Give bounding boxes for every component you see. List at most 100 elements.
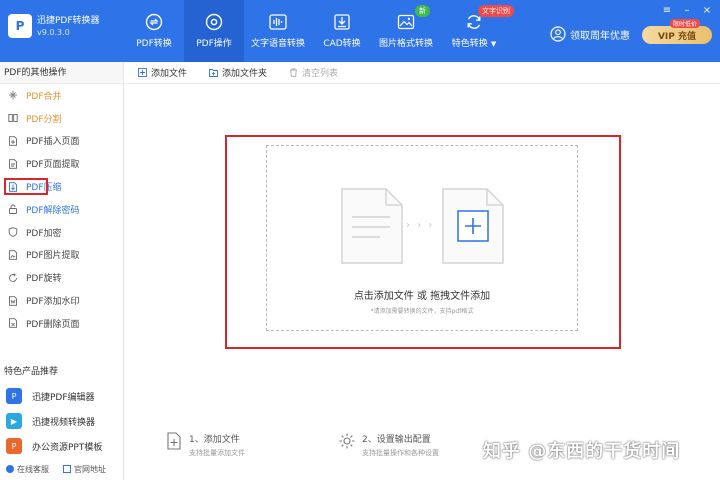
add-file-step-icon [167,432,181,450]
sidebar-heading: PDF的其他操作 [0,62,123,84]
website-link[interactable]: 官网地址 [63,464,106,475]
step-add-file: 1、添加文件 支持批量添加文件 [165,432,245,458]
sidebar-item-label: PDF旋转 [26,274,62,285]
sidebar-item-label: PDF页面提取 [26,160,80,171]
feature-video-converter[interactable]: ▶ 迅捷视频转换器 [6,409,102,433]
sidebar-item-extract-page[interactable]: PDF页面提取 [0,152,123,175]
limited-price-tag: 限时低价 [670,19,701,28]
step-subtitle: 支持批量添加文件 [189,449,245,457]
rotate-icon [9,273,17,282]
sidebar-item-rotate[interactable]: PDF旋转 [0,266,123,289]
vip-recharge-button[interactable]: VIP 充值 [642,26,712,44]
sidebar-item-compress[interactable]: PDF压缩 [0,175,123,198]
tab-label: 文字语音转换 [250,39,305,49]
add-file-large-icon[interactable] [441,187,505,265]
split-icon [8,114,18,123]
clear-list-button[interactable]: 清空列表 [289,66,338,79]
merge-icon [9,90,17,100]
delete-page-icon [9,318,17,329]
add-file-icon [138,68,147,77]
dropzone-subtitle: *请添加需要转换的文件，支持pdf格式 [370,308,474,315]
headset-icon [6,465,14,473]
sidebar-item-image-extract[interactable]: PDF图片提取 [0,244,123,267]
cad-icon [334,14,350,30]
close-icon[interactable]: × [702,6,712,16]
pdf-editor-icon: P [6,388,22,404]
convert-icon [145,13,163,31]
step-title: 1、添加文件 [189,435,240,445]
sidebar-item-merge[interactable]: PDF合并 [0,84,123,107]
step-output-settings: 2、设置输出配置 支持批量操作和各种设置 [338,432,439,458]
image-extract-icon [9,250,17,260]
sidebar-item-label: PDF删除页面 [26,319,80,330]
main-nav: PDF转换 PDF操作 文字语音转换 CAD转换 新 图片格式转换 文字识别 特… [124,0,514,62]
sidebar-item-label: PDF分割 [26,114,62,125]
tab-label: PDF操作 [196,39,232,49]
feature-label: 迅捷视频转换器 [32,417,96,428]
tab-pdf-operations[interactable]: PDF操作 [184,0,244,62]
new-badge: 新 [415,5,430,17]
feature-list: P 迅捷PDF编辑器 ▶ 迅捷视频转换器 P 办公资源PPT模板 [6,384,102,459]
feature-label: 迅捷PDF编辑器 [32,392,95,403]
tab-text-voice[interactable]: 文字语音转换 [244,0,312,62]
add-folder-button[interactable]: 添加文件夹 [209,66,267,79]
chevron-down-icon: ▼ [490,40,497,48]
sidebar-item-label: PDF图片提取 [26,251,80,262]
dropzone-title: 点击添加文件 或 拖拽文件添加 [353,291,491,302]
coupon-label: 领取周年优惠 [570,30,630,42]
tab-image-convert[interactable]: 新 图片格式转换 [372,0,440,62]
sidebar-item-delete-page[interactable]: PDF删除页面 [0,312,123,335]
extract-page-icon [9,159,17,169]
document-icon [341,188,403,264]
unlock-icon [9,204,17,215]
sidebar-item-insert-page[interactable]: PDF插入页面 [0,130,123,153]
home-icon [63,465,71,473]
watermark-icon [9,295,17,306]
feature-label: 办公资源PPT模板 [32,442,103,453]
menu-icon[interactable]: ≡ [662,6,672,16]
tab-label: CAD转换 [323,39,361,49]
sidebar-item-encrypt[interactable]: PDF加密 [0,221,123,244]
sidebar-item-label: PDF添加水印 [26,297,80,308]
app-name: 迅捷PDF转换器 [37,15,100,26]
gear-icon [205,13,223,31]
tab-pdf-convert[interactable]: PDF转换 [124,0,184,62]
app-version: v9.0.3.0 [37,27,70,37]
tab-label: 特色转换 ▼ [451,39,497,49]
shield-icon [8,227,18,238]
sidebar-footer: 在线客服 官网地址 [6,464,106,475]
step-title: 2、设置输出配置 [362,435,431,445]
toolbar: 添加文件 添加文件夹 清空列表 [124,62,720,84]
add-folder-icon [209,69,218,77]
ppt-template-icon: P [6,438,22,454]
highlight-box [4,178,48,196]
file-dropzone[interactable] [266,145,578,331]
minimize-icon[interactable]: – [682,6,692,16]
ocr-badge: 文字识别 [478,5,514,17]
audio-icon [269,14,287,30]
step-subtitle: 支持批量操作和各种设置 [362,449,439,457]
user-icon [550,26,566,42]
arrow-chevrons: › › › [406,220,435,231]
trash-icon [290,68,298,77]
tab-label: PDF转换 [136,39,172,49]
top-header: P 迅捷PDF转换器 v9.0.3.0 PDF转换 PDF操作 文字语音转换 C… [0,0,720,62]
insert-page-icon [9,136,17,146]
sidebar-item-unlock[interactable]: PDF解除密码 [0,198,123,221]
sidebar-item-split[interactable]: PDF分割 [0,107,123,130]
gear-icon [339,433,355,449]
online-service-link[interactable]: 在线客服 [6,464,49,475]
window-controls: ≡ – × [662,6,712,16]
feature-ppt-template[interactable]: P 办公资源PPT模板 [6,434,102,458]
image-icon [397,14,415,30]
sidebar-item-watermark[interactable]: PDF添加水印 [0,289,123,312]
tab-special-convert[interactable]: 文字识别 特色转换 ▼ [440,0,514,62]
logo-icon: P [8,14,32,38]
add-file-button[interactable]: 添加文件 [138,66,187,79]
video-converter-icon: ▶ [6,413,22,429]
watermark-text: 知乎 @东西的干货时间 [483,441,681,462]
tab-cad-convert[interactable]: CAD转换 [312,0,372,62]
coupon-button[interactable]: 领取周年优惠 [550,26,630,42]
tab-label: 图片格式转换 [378,39,433,49]
feature-pdf-editor[interactable]: P 迅捷PDF编辑器 [6,384,102,408]
